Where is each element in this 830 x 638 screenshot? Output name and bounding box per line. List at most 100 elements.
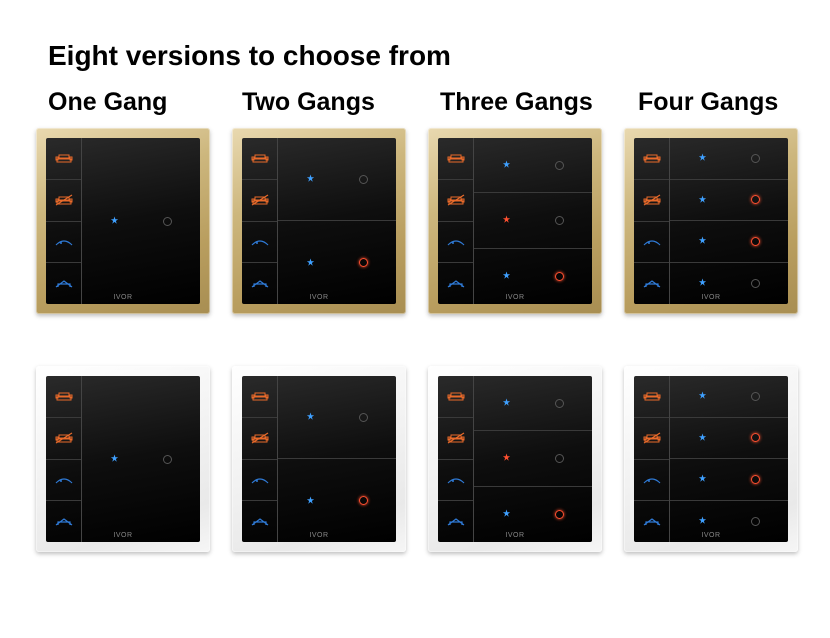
scene-sofa-off-icon[interactable]: [242, 418, 277, 460]
touch-area: [670, 138, 788, 304]
gang-button[interactable]: [474, 376, 592, 431]
scene-away-icon[interactable]: [46, 501, 81, 542]
scene-sidebar: [438, 138, 474, 304]
status-led-icon: [698, 195, 707, 204]
gang-button[interactable]: [474, 431, 592, 486]
status-led-icon: [698, 517, 707, 526]
brand-label: IVOR: [309, 532, 328, 539]
scene-sofa-off-icon[interactable]: [46, 418, 81, 460]
scene-sidebar: [634, 138, 670, 304]
scene-sleep-icon[interactable]: [438, 460, 473, 502]
brand-label: IVOR: [309, 294, 328, 301]
scene-sidebar: [242, 376, 278, 542]
scene-sofa-icon[interactable]: [46, 376, 81, 418]
scene-sofa-icon[interactable]: [634, 138, 669, 180]
scene-away-icon[interactable]: [242, 263, 277, 304]
scene-sofa-icon[interactable]: [46, 138, 81, 180]
power-ring-icon: [751, 154, 760, 163]
brand-label: IVOR: [505, 294, 524, 301]
scene-sofa-off-icon[interactable]: [46, 180, 81, 222]
touch-surface: IVOR: [438, 376, 592, 542]
gang-button[interactable]: [670, 138, 788, 180]
status-led-icon: [502, 161, 511, 170]
scene-sleep-icon[interactable]: [634, 222, 669, 264]
gang-button[interactable]: [670, 376, 788, 418]
page-title: Eight versions to choose from: [48, 40, 451, 72]
gang-button[interactable]: [474, 138, 592, 193]
status-led-icon: [306, 496, 315, 505]
touch-surface: IVOR: [634, 376, 788, 542]
gang-button[interactable]: [82, 376, 200, 542]
scene-away-icon[interactable]: [46, 263, 81, 304]
gang-button[interactable]: [278, 376, 396, 459]
row-gold: IVOR IVOR IVOR IVOR: [36, 128, 816, 314]
scene-sofa-icon[interactable]: [634, 376, 669, 418]
gang-button[interactable]: [670, 263, 788, 305]
status-led-icon: [698, 154, 707, 163]
power-ring-icon: [751, 433, 760, 442]
gang-button[interactable]: [278, 221, 396, 304]
power-ring-icon: [359, 496, 368, 505]
scene-sleep-icon[interactable]: [634, 460, 669, 502]
status-led-icon: [698, 237, 707, 246]
gang-button[interactable]: [278, 459, 396, 542]
touch-area: [82, 138, 200, 304]
product-grid: IVOR IVOR IVOR IVOR IVOR IVOR: [36, 128, 816, 604]
gang-button[interactable]: [474, 249, 592, 304]
scene-sofa-icon[interactable]: [438, 138, 473, 180]
switch-panel: IVOR: [36, 366, 210, 552]
power-ring-icon: [751, 195, 760, 204]
touch-surface: IVOR: [46, 376, 200, 542]
touch-surface: IVOR: [634, 138, 788, 304]
col-label-2: Two Gangs: [242, 88, 375, 117]
gang-button[interactable]: [670, 459, 788, 501]
gang-button[interactable]: [474, 193, 592, 248]
scene-away-icon[interactable]: [634, 501, 669, 542]
gang-button[interactable]: [82, 138, 200, 304]
scene-sofa-off-icon[interactable]: [634, 418, 669, 460]
scene-away-icon[interactable]: [634, 263, 669, 304]
scene-sofa-icon[interactable]: [242, 376, 277, 418]
status-led-icon: [698, 433, 707, 442]
scene-sleep-icon[interactable]: [438, 222, 473, 264]
gang-button[interactable]: [670, 221, 788, 263]
scene-away-icon[interactable]: [242, 501, 277, 542]
scene-sleep-icon[interactable]: [242, 460, 277, 502]
col-label-4: Four Gangs: [638, 88, 778, 117]
scene-sofa-off-icon[interactable]: [438, 180, 473, 222]
status-led-icon: [306, 175, 315, 184]
scene-sofa-off-icon[interactable]: [242, 180, 277, 222]
touch-area: [278, 376, 396, 542]
power-ring-icon: [751, 475, 760, 484]
gang-button[interactable]: [474, 487, 592, 542]
scene-sleep-icon[interactable]: [46, 222, 81, 264]
switch-panel: IVOR: [624, 128, 798, 314]
status-led-icon: [502, 216, 511, 225]
touch-surface: IVOR: [46, 138, 200, 304]
switch-panel: IVOR: [624, 366, 798, 552]
scene-sleep-icon[interactable]: [242, 222, 277, 264]
scene-away-icon[interactable]: [438, 501, 473, 542]
scene-sofa-icon[interactable]: [438, 376, 473, 418]
scene-sleep-icon[interactable]: [46, 460, 81, 502]
switch-panel: IVOR: [36, 128, 210, 314]
switch-panel: IVOR: [428, 128, 602, 314]
status-led-icon: [502, 454, 511, 463]
gang-button[interactable]: [670, 180, 788, 222]
scene-sofa-off-icon[interactable]: [438, 418, 473, 460]
touch-surface: IVOR: [242, 376, 396, 542]
scene-sidebar: [46, 376, 82, 542]
gang-button[interactable]: [278, 138, 396, 221]
gang-button[interactable]: [670, 418, 788, 460]
power-ring-icon: [555, 454, 564, 463]
scene-away-icon[interactable]: [438, 263, 473, 304]
status-led-icon: [306, 413, 315, 422]
power-ring-icon: [751, 237, 760, 246]
gang-button[interactable]: [670, 501, 788, 543]
status-led-icon: [502, 510, 511, 519]
brand-label: IVOR: [701, 532, 720, 539]
power-ring-icon: [751, 279, 760, 288]
scene-sofa-icon[interactable]: [242, 138, 277, 180]
touch-area: [82, 376, 200, 542]
scene-sofa-off-icon[interactable]: [634, 180, 669, 222]
